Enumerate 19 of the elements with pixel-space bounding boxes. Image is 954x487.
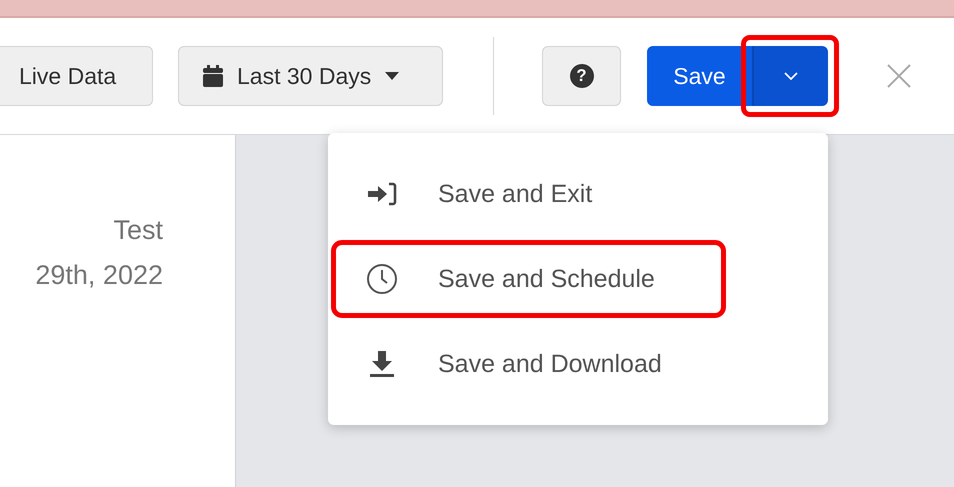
report-title: Test bbox=[113, 215, 163, 246]
caret-icon bbox=[385, 72, 400, 80]
report-date: 29th, 2022 bbox=[35, 260, 163, 291]
help-button[interactable]: ? bbox=[542, 46, 621, 106]
save-options-button[interactable] bbox=[752, 46, 828, 106]
chevron-down-icon bbox=[784, 72, 798, 80]
sign-in-icon bbox=[366, 181, 398, 207]
menu-item[interactable]: Save and Schedule bbox=[336, 245, 721, 313]
menu-item-label: Save and Exit bbox=[438, 180, 592, 208]
menu-item-label: Save and Schedule bbox=[438, 264, 655, 294]
date-range-button[interactable]: Last 30 Days bbox=[178, 46, 443, 106]
close-icon[interactable] bbox=[887, 64, 911, 88]
menu-item[interactable]: Save and Download bbox=[336, 330, 721, 398]
calendar-icon bbox=[203, 65, 223, 87]
save-button[interactable]: Save bbox=[647, 46, 752, 106]
live-data-button[interactable]: Live Data bbox=[0, 46, 153, 106]
menu-item[interactable]: Save and Exit bbox=[336, 160, 721, 228]
clock-icon bbox=[366, 263, 398, 295]
menu-item-label: Save and Download bbox=[438, 350, 662, 378]
